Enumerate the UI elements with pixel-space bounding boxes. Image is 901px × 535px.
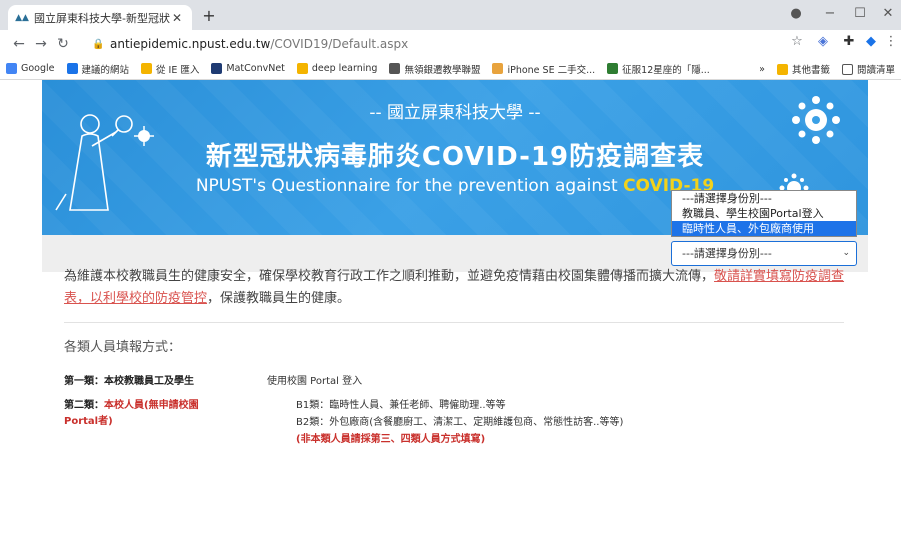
- identity-dropdown-list: ---請選擇身份別--- 教職員、學生校園Portal登入 臨時性人員、外包廠商…: [671, 190, 857, 237]
- bookmark-item[interactable]: 無領銀遷教學聯盟: [389, 62, 480, 76]
- back-arrow-icon[interactable]: ←: [8, 36, 30, 52]
- browser-tab-bar: ▲▲ 國立屏東科技大學-新型冠狀病 ✕ + ● − ☐ ✕: [0, 0, 901, 30]
- folder-icon: [776, 63, 788, 75]
- bookmark-label: MatConvNet: [226, 63, 285, 74]
- report-methods-title: 各類人員填報方式：: [64, 340, 182, 355]
- menu-dots-icon[interactable]: ⋮: [880, 34, 901, 49]
- browser-tab[interactable]: ▲▲ 國立屏東科技大學-新型冠狀病 ✕: [8, 5, 192, 30]
- category-1-description: 使用校園 Portal 登入: [267, 376, 363, 387]
- profile-icon[interactable]: ●: [786, 6, 806, 21]
- close-tab-icon[interactable]: ✕: [170, 11, 184, 25]
- identity-option-placeholder[interactable]: ---請選擇身份別---: [672, 191, 856, 206]
- bookmark-label: Google: [21, 63, 55, 74]
- bookmark-label: iPhone SE 二手交...: [507, 64, 596, 76]
- identity-select[interactable]: ---請選擇身份別--- ⌄: [671, 241, 857, 266]
- browser-toolbar: ← → ↻ 🔒 antiepidemic.npust.edu.tw /COVID…: [0, 30, 901, 58]
- security-shield-icon[interactable]: ◆: [860, 34, 882, 49]
- bookmark-label: 征服12星座的「隱...: [622, 64, 710, 76]
- bookmarks-overflow-button[interactable]: »: [759, 64, 765, 75]
- banner-title: 新型冠狀病毒肺炎COVID-19防疫調查表: [205, 142, 705, 172]
- category-b2-description: B2類：外包廠商(含餐廳廚工、清潔工、定期維護包商、常態性訪客..等等): [296, 417, 624, 428]
- bing-icon: [66, 63, 78, 74]
- reading-list-icon: [841, 63, 853, 75]
- category-1-label: 第一類：本校教職員工及學生: [64, 376, 194, 387]
- url-path: /COVID19/Default.aspx: [270, 37, 409, 51]
- reading-list-button[interactable]: 閱讀清單: [841, 62, 895, 76]
- bookmark-item[interactable]: 建議的網站: [66, 62, 130, 76]
- virus-icon-large: [792, 96, 840, 144]
- tab-title: 國立屏東科技大學-新型冠狀病: [34, 11, 170, 25]
- new-tab-button[interactable]: +: [200, 7, 218, 25]
- bookmark-label: 建議的網站: [81, 64, 130, 76]
- extensions-puzzle-icon[interactable]: ✚: [838, 34, 860, 49]
- folder-icon: [296, 63, 308, 74]
- category-2-label-cont: Portal者): [64, 416, 113, 427]
- bookmark-label: 從 IE 匯入: [156, 64, 200, 76]
- bookmarks-bar: Google 建議的網站 從 IE 匯入 MatConvNet deep learnin…: [0, 58, 901, 80]
- site-favicon-icon: ▲▲: [15, 12, 29, 23]
- matconvnet-icon: [211, 63, 223, 74]
- bh-icon: [607, 63, 619, 74]
- bookmark-item[interactable]: MatConvNet: [211, 63, 285, 74]
- folder-icon: [141, 63, 153, 74]
- maximize-button[interactable]: ☐: [850, 6, 870, 21]
- identity-option-portal-login[interactable]: 教職員、學生校園Portal登入: [672, 206, 856, 221]
- chevron-down-icon: ⌄: [842, 248, 850, 258]
- extension-shield-icon[interactable]: ◈: [812, 34, 834, 49]
- other-bookmarks-button[interactable]: 其他書籤: [776, 62, 830, 76]
- close-window-button[interactable]: ✕: [878, 6, 898, 21]
- bookmark-label: 無領銀遷教學聯盟: [404, 64, 481, 76]
- category-b1-description: B1類：臨時性人員、兼任老師、聘僱助理..等等: [296, 400, 506, 411]
- category-2-note: (非本類人員請採第三、四類人員方式填寫): [296, 434, 486, 445]
- intro-paragraph: 為維護本校教職員生的健康安全，確保學校教育行政工作之順利推動，並避免疫情藉由校園…: [64, 269, 845, 306]
- google-icon: [6, 63, 17, 74]
- bookmark-label: deep learning: [311, 63, 378, 74]
- bookmark-item[interactable]: deep learning: [296, 63, 378, 74]
- bookmark-item[interactable]: Google: [6, 63, 55, 74]
- reload-icon[interactable]: ↻: [52, 36, 74, 52]
- identity-option-temporary-staff[interactable]: 臨時性人員、外包廠商使用: [672, 221, 856, 236]
- bookmarks-right: » 其他書籤 閱讀清單: [759, 58, 897, 79]
- url-domain: antiepidemic.npust.edu.tw: [110, 37, 271, 51]
- bookmark-item[interactable]: 征服12星座的「隱...: [607, 62, 710, 76]
- minimize-button[interactable]: −: [820, 6, 840, 21]
- globe-icon: [389, 63, 401, 74]
- section-divider: [64, 322, 844, 323]
- forward-arrow-icon[interactable]: →: [30, 36, 52, 52]
- category-2-label: 第二類：本校人員(無申請校園: [64, 400, 199, 411]
- bookmark-item[interactable]: iPhone SE 二手交...: [492, 62, 595, 76]
- address-bar[interactable]: 🔒 antiepidemic.npust.edu.tw /COVID19/Def…: [84, 33, 774, 55]
- bookmark-item[interactable]: 從 IE 匯入: [141, 62, 199, 76]
- star-icon[interactable]: ☆: [786, 34, 808, 49]
- ring-icon: [492, 63, 504, 74]
- banner-university-name: -- 國立屏東科技大學 --: [369, 103, 541, 123]
- lock-icon: 🔒: [92, 38, 105, 50]
